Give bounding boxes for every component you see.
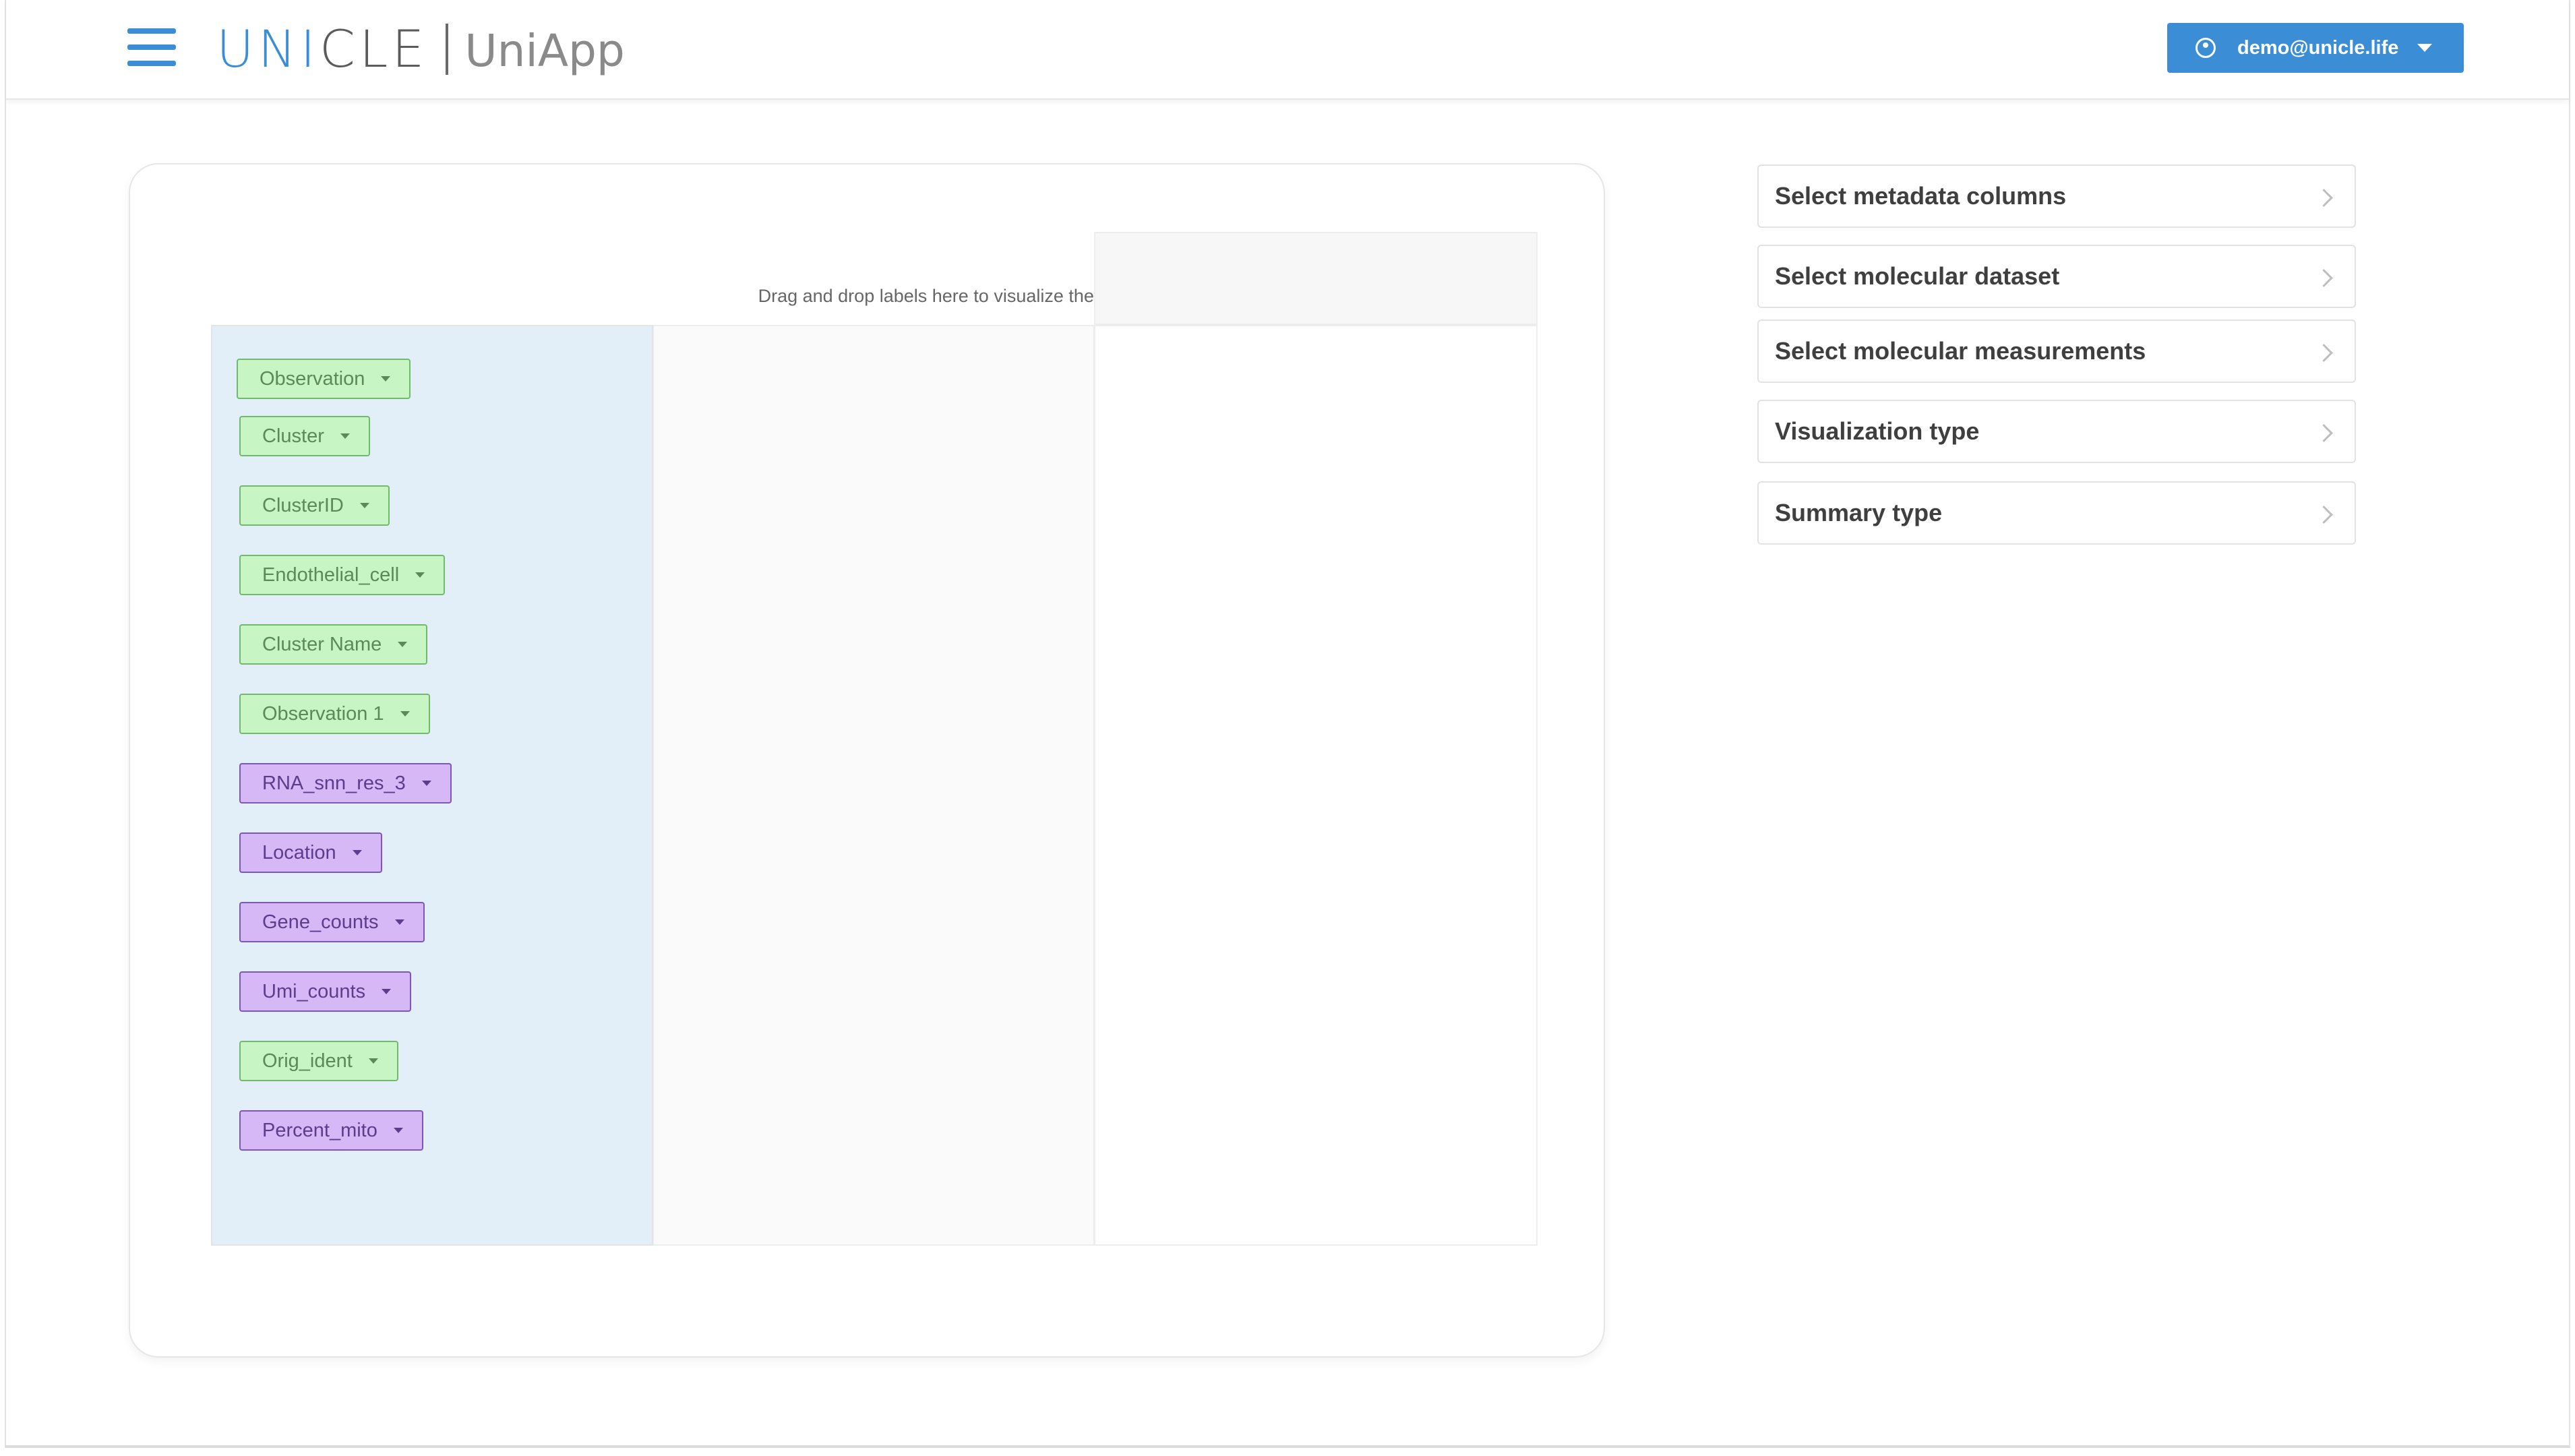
- caret-down-icon[interactable]: [400, 711, 410, 717]
- label-tag-cluster[interactable]: Cluster: [239, 416, 370, 456]
- caret-down-icon[interactable]: [359, 503, 369, 508]
- chevron-right-icon: [2315, 344, 2333, 362]
- user-email: demo@unicle.life: [2237, 36, 2399, 59]
- label-tag-umi-counts[interactable]: Umi_counts: [239, 971, 412, 1012]
- app-name: UniApp: [464, 25, 625, 77]
- label-tag-observation-1[interactable]: Observation 1: [239, 694, 430, 734]
- caret-down-icon[interactable]: [393, 1128, 403, 1133]
- app-frame: UNICLE UniApp demo@unicle.life Drag and …: [5, 0, 2570, 1448]
- label-tag-observation[interactable]: Observation: [237, 359, 411, 399]
- caret-down-icon[interactable]: [382, 989, 392, 994]
- label-tag-endothelial-cell[interactable]: Endothelial_cell: [239, 555, 446, 595]
- top-header: UNICLE UniApp demo@unicle.life: [6, 0, 2569, 100]
- select-molecular-measurements-item[interactable]: Select molecular measurements: [1757, 320, 2356, 383]
- caret-down-icon[interactable]: [381, 376, 391, 382]
- workspace-card: Drag and drop labels here to visualize t…: [129, 163, 1605, 1358]
- select-metadata-columns-item[interactable]: Select metadata columns: [1757, 164, 2356, 228]
- caret-down-icon[interactable]: [368, 1058, 378, 1064]
- available-labels-panel: Observation Cluster ClusterID Endothelia…: [211, 325, 653, 1246]
- caret-down-icon[interactable]: [415, 572, 425, 578]
- user-menu-button[interactable]: demo@unicle.life: [2167, 23, 2464, 73]
- chevron-down-icon: [2417, 44, 2433, 52]
- caret-down-icon[interactable]: [340, 433, 350, 439]
- logo-divider: [446, 24, 449, 75]
- summary-type-item[interactable]: Summary type: [1757, 481, 2356, 545]
- label-tag-location[interactable]: Location: [239, 832, 382, 873]
- chevron-right-icon: [2315, 189, 2333, 207]
- user-icon: [2195, 38, 2216, 58]
- select-molecular-dataset-item[interactable]: Select molecular dataset: [1757, 245, 2356, 308]
- brand-logo-text: UNICLE: [216, 19, 429, 79]
- chevron-right-icon: [2315, 506, 2333, 524]
- logo: UNICLE UniApp: [216, 19, 625, 80]
- label-drop-zone[interactable]: [653, 325, 1095, 1246]
- label-tag-percent-mito[interactable]: Percent_mito: [239, 1110, 423, 1151]
- column-header-drop-zone[interactable]: [1094, 232, 1538, 325]
- label-tag-rna-snn-res-3[interactable]: RNA_snn_res_3: [239, 763, 452, 803]
- caret-down-icon[interactable]: [394, 919, 404, 925]
- visualization-area[interactable]: [1094, 325, 1538, 1246]
- caret-down-icon[interactable]: [398, 642, 408, 647]
- label-tag-clusterid[interactable]: ClusterID: [239, 485, 390, 526]
- caret-down-icon[interactable]: [421, 781, 431, 786]
- label-tag-cluster-name[interactable]: Cluster Name: [239, 624, 428, 665]
- chevron-right-icon: [2315, 269, 2333, 287]
- label-tag-orig-ident[interactable]: Orig_ident: [239, 1041, 398, 1081]
- label-tag-gene-counts[interactable]: Gene_counts: [239, 902, 425, 942]
- hamburger-menu-icon[interactable]: [127, 26, 179, 69]
- caret-down-icon[interactable]: [352, 850, 362, 855]
- visualization-type-item[interactable]: Visualization type: [1757, 400, 2356, 463]
- chevron-right-icon: [2315, 424, 2333, 442]
